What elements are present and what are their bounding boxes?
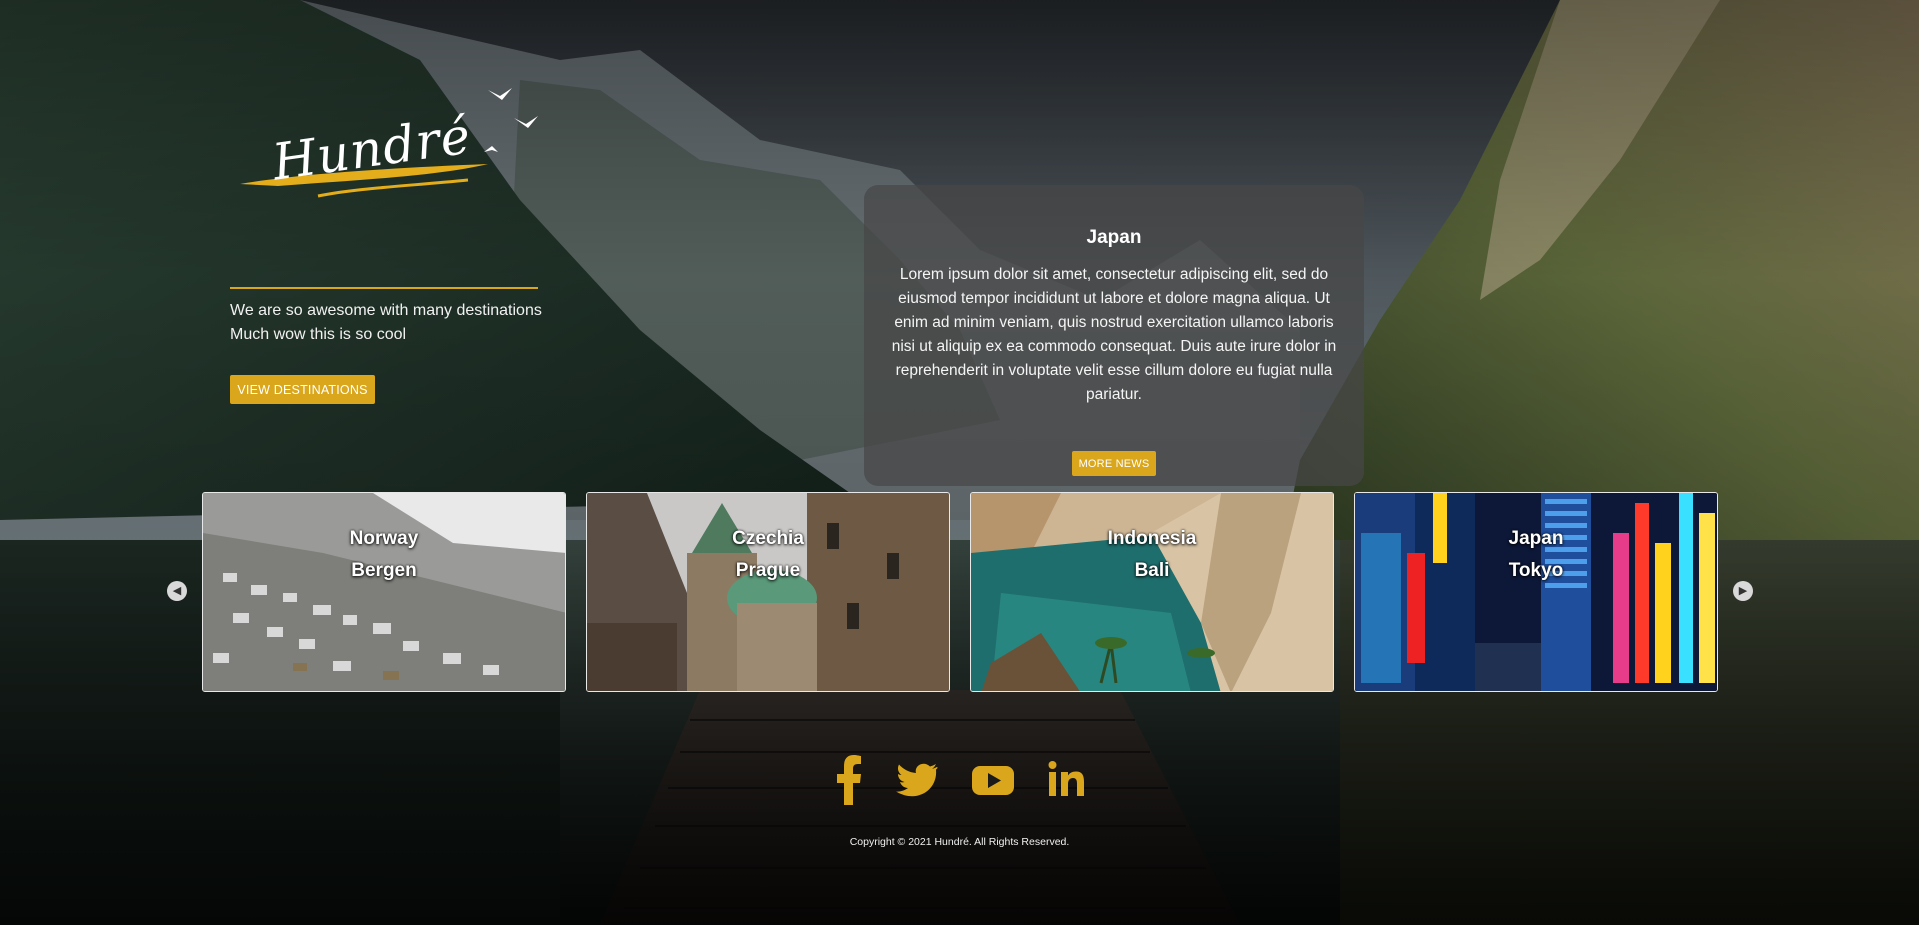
- birds-icon: [484, 88, 538, 152]
- more-news-button[interactable]: MORE NEWS: [1072, 451, 1156, 476]
- card-city: Prague: [735, 560, 801, 581]
- intro-text: We are so awesome with many destinations…: [230, 299, 542, 347]
- facebook-icon[interactable]: [836, 755, 862, 805]
- card-label: Norway Bergen: [203, 523, 565, 587]
- card-label: Indonesia Bali: [971, 523, 1333, 587]
- linkedin-icon[interactable]: [1047, 755, 1087, 805]
- news-card: Japan Lorem ipsum dolor sit amet, consec…: [864, 185, 1364, 486]
- destination-card-indonesia[interactable]: Indonesia Bali: [970, 492, 1334, 692]
- chevron-left-icon[interactable]: ◀: [167, 581, 187, 601]
- card-label: Czechia Prague: [587, 523, 949, 587]
- card-country: Norway: [349, 528, 419, 549]
- brand-logo[interactable]: Hundré: [238, 80, 558, 210]
- card-country: Japan: [1508, 528, 1564, 549]
- card-country: Indonesia: [1107, 528, 1197, 549]
- card-city: Bali: [1134, 560, 1170, 581]
- news-title: Japan: [1086, 227, 1142, 248]
- card-city: Bergen: [351, 560, 417, 581]
- card-label: Japan Tokyo: [1355, 523, 1717, 587]
- destination-card-norway[interactable]: Norway Bergen: [202, 492, 566, 692]
- destination-card-japan[interactable]: Japan Tokyo: [1354, 492, 1718, 692]
- view-destinations-button[interactable]: VIEW DESTINATIONS: [230, 375, 375, 404]
- intro-line-1: We are so awesome with many destinations: [230, 302, 542, 319]
- intro-line-2: Much wow this is so cool: [230, 326, 407, 343]
- intro-divider: [230, 287, 538, 289]
- destination-card-czechia[interactable]: Czechia Prague: [586, 492, 950, 692]
- copyright-text: Copyright © 2021 Hundré. All Rights Rese…: [849, 836, 1070, 848]
- destinations-carousel: ◀ Norway Bergen Czechia Prague Indonesia…: [0, 492, 1919, 692]
- news-body: Lorem ipsum dolor sit amet, consectetur …: [891, 266, 1337, 403]
- youtube-icon[interactable]: [971, 755, 1015, 805]
- card-city: Tokyo: [1508, 560, 1564, 581]
- card-country: Czechia: [732, 528, 804, 549]
- chevron-right-icon[interactable]: ▶: [1733, 581, 1753, 601]
- twitter-icon[interactable]: [896, 755, 938, 805]
